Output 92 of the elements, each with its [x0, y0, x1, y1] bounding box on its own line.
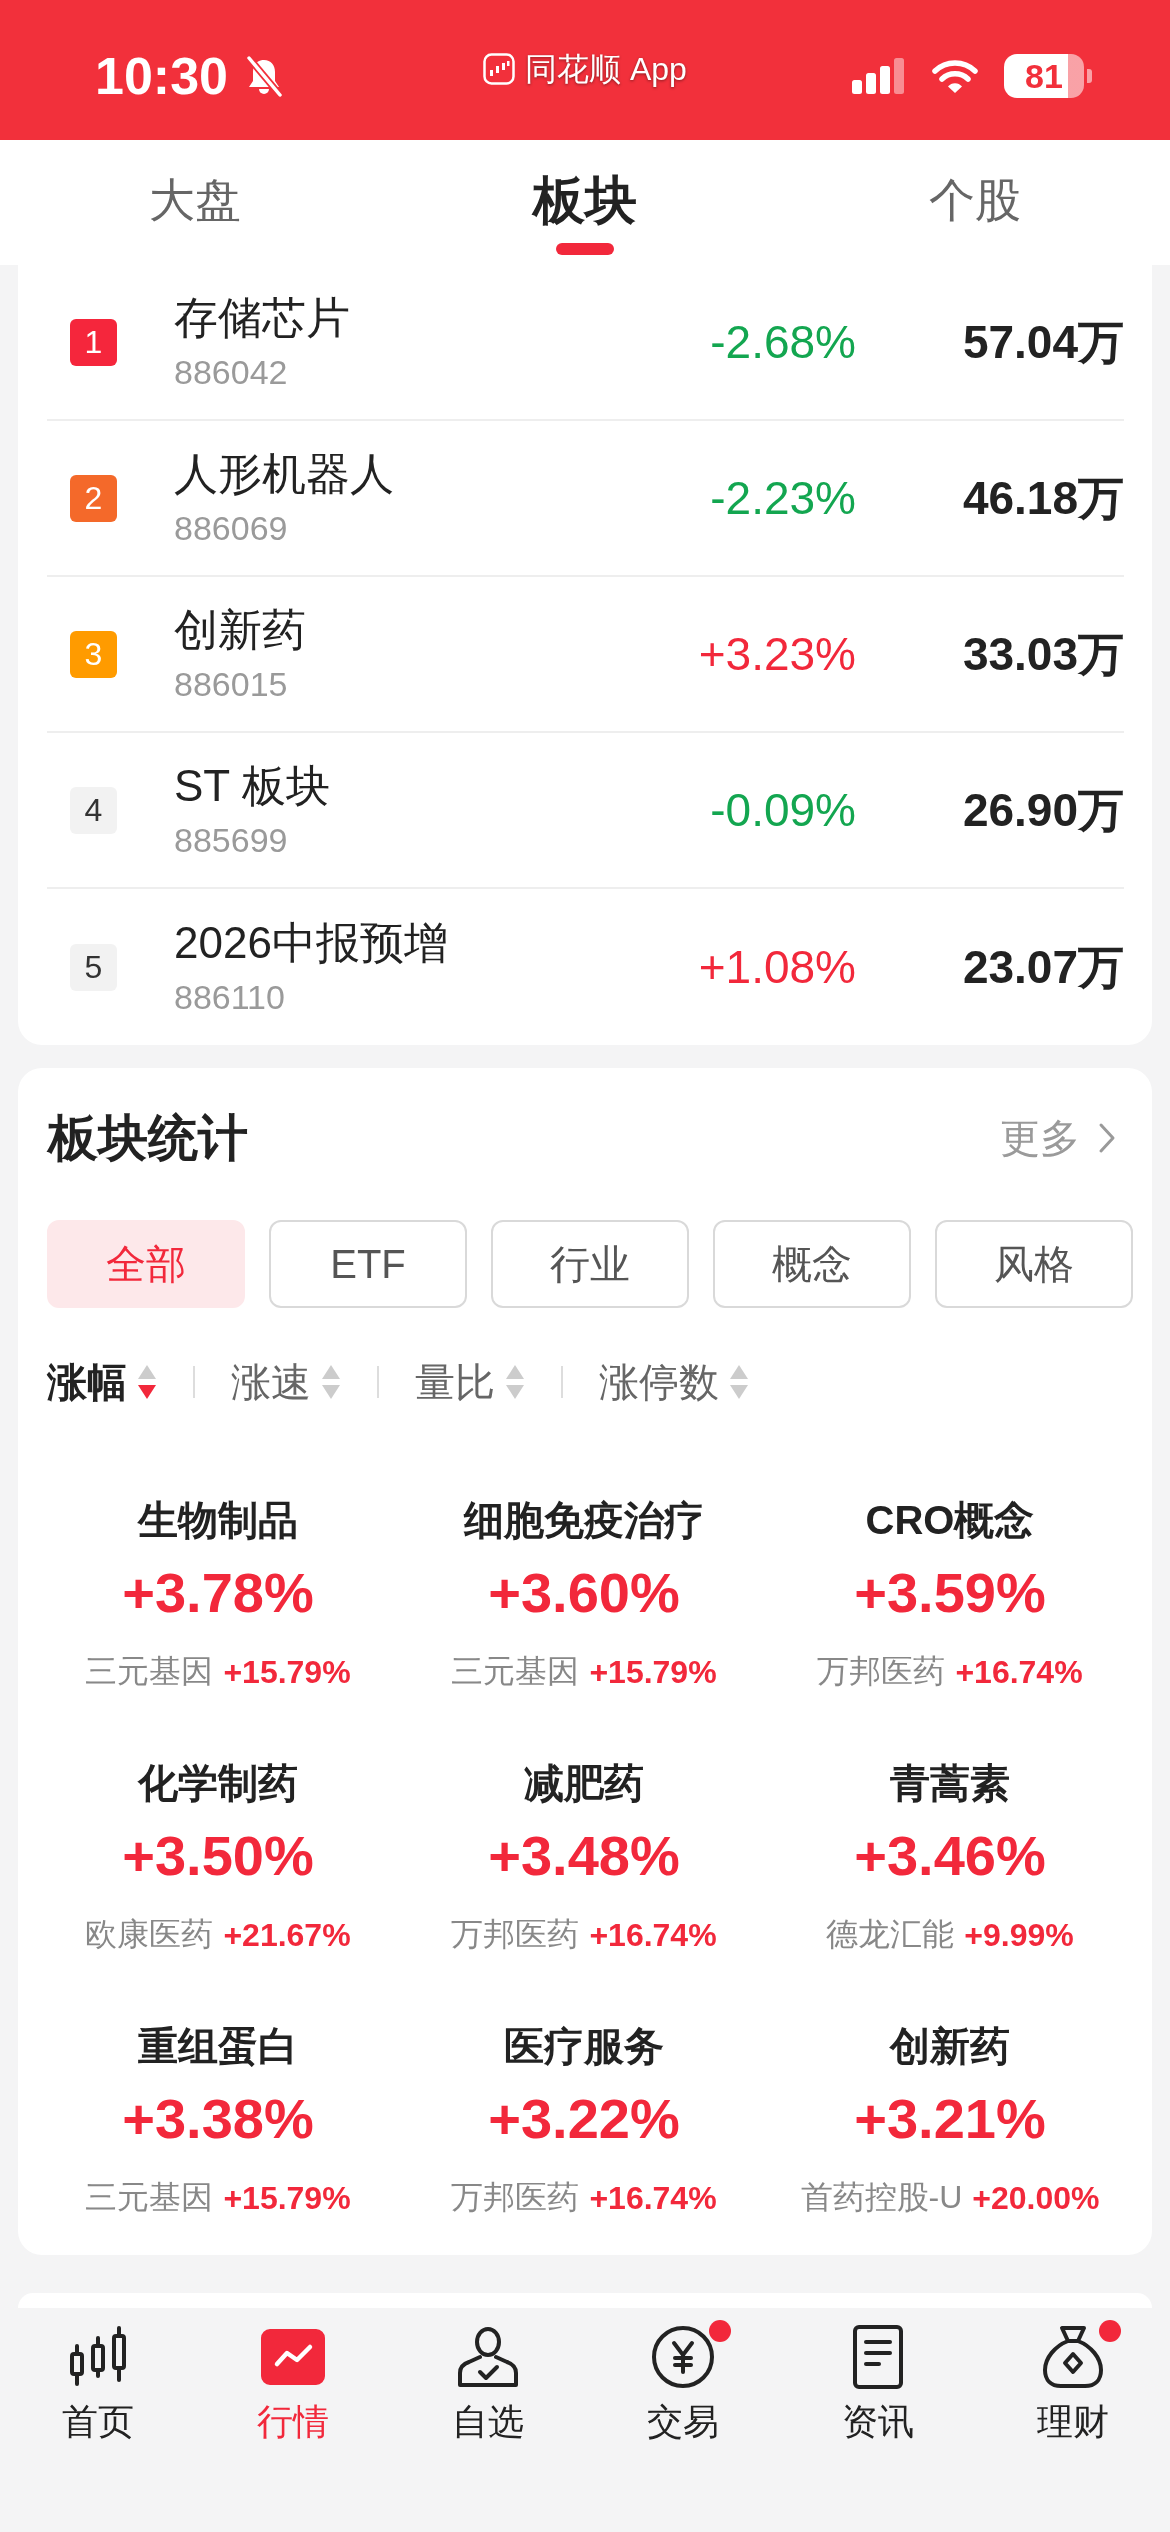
sort-option[interactable]: 涨停数	[599, 1354, 749, 1410]
section-title: 板块统计	[48, 1109, 248, 1168]
nav-tab[interactable]: 交易	[626, 2308, 739, 2444]
sector-name: 青蒿素	[890, 1760, 1010, 1807]
rank-badge: 3	[70, 630, 117, 678]
trade-volume: 23.07万	[962, 940, 1124, 995]
leading-stock: 欧康医药	[85, 1915, 214, 1954]
rank-badge: 4	[70, 786, 117, 834]
sort-arrows-icon	[505, 1363, 525, 1401]
rank-badge: 2	[70, 474, 117, 522]
leading-stock: 三元基因	[85, 2178, 214, 2217]
filter-chip[interactable]: 风格	[935, 1220, 1133, 1308]
leading-stock: 万邦医药	[451, 2178, 580, 2217]
rank-badge: 1	[70, 318, 117, 366]
sector-code: 886069	[174, 507, 288, 549]
sector-code: 886042	[174, 351, 288, 393]
sector-name: 生物制品	[138, 1497, 298, 1544]
app-name: 同花顺 App	[525, 50, 687, 89]
leading-stock: 万邦医药	[451, 1915, 580, 1954]
change-percent: +3.38%	[122, 2087, 314, 2151]
app-logo-icon	[483, 53, 516, 85]
nav-tab[interactable]: 理财	[1016, 2308, 1129, 2444]
nav-tab[interactable]: 首页	[41, 2308, 154, 2444]
trade-volume: 57.04万	[962, 315, 1124, 370]
change-percent: +3.21%	[854, 2087, 1046, 2151]
sort-option[interactable]: 涨幅	[47, 1354, 157, 1410]
sector-name: 2026中报预增	[174, 916, 448, 969]
nav-tab[interactable]: 资讯	[821, 2308, 934, 2444]
sector-name: 减肥药	[524, 1760, 644, 1807]
nav-tab[interactable]: 自选	[431, 2308, 544, 2444]
change-percent: +3.78%	[122, 1561, 314, 1625]
change-percent: -2.68%	[710, 315, 856, 370]
sector-name: 创新药	[174, 603, 306, 656]
trade-volume: 33.03万	[962, 627, 1124, 682]
leading-stock-change: +9.99%	[964, 1916, 1074, 1954]
leading-stock: 德龙汇能	[826, 1915, 955, 1954]
leading-stock: 三元基因	[451, 1652, 580, 1691]
leading-stock: 首药控股-U	[800, 2178, 963, 2217]
sector-name: 化学制药	[138, 1760, 298, 1807]
sector-name: 细胞免疫治疗	[464, 1497, 704, 1544]
change-percent: +3.22%	[488, 2087, 680, 2151]
sector-code: 886015	[174, 663, 288, 705]
sector-name: 存储芯片	[174, 291, 350, 344]
yen-coin-icon	[649, 2324, 716, 2390]
sort-arrows-icon	[729, 1363, 749, 1401]
nav-tab[interactable]: 行情	[236, 2308, 349, 2444]
tab[interactable]: 个股	[925, 140, 1025, 265]
leading-stock-change: +16.74%	[955, 1653, 1083, 1691]
tab[interactable]: 板块	[529, 140, 641, 265]
muted-bell-icon	[244, 55, 284, 97]
sort-arrows-icon	[137, 1363, 157, 1401]
filter-chip[interactable]: 概念	[713, 1220, 911, 1308]
change-percent: +3.46%	[854, 1824, 1046, 1888]
chevron-right-icon	[1098, 1122, 1116, 1154]
sort-option[interactable]: 量比	[415, 1354, 525, 1410]
sector-code: 885699	[174, 819, 288, 861]
change-percent: +3.60%	[488, 1561, 680, 1625]
leading-stock: 万邦医药	[817, 1652, 946, 1691]
battery-indicator: 81	[1004, 54, 1092, 98]
change-percent: +3.48%	[488, 1824, 680, 1888]
rank-badge: 5	[70, 943, 117, 991]
leading-stock-change: +15.79%	[223, 2179, 351, 2217]
sector-name: 重组蛋白	[138, 2023, 298, 2070]
sort-option[interactable]: 涨速	[231, 1354, 341, 1410]
filter-chip[interactable]: 行业	[491, 1220, 689, 1308]
leading-stock-change: +16.74%	[589, 1916, 717, 1954]
sector-code: 886110	[174, 976, 285, 1018]
change-percent: +3.23%	[698, 627, 856, 682]
sector-name: 创新药	[890, 2023, 1010, 2070]
sector-name: ST 板块	[174, 759, 330, 812]
sector-name: 人形机器人	[174, 447, 394, 500]
signal-icon	[852, 58, 906, 94]
leading-stock: 三元基因	[85, 1652, 214, 1691]
change-percent: +1.08%	[698, 940, 856, 995]
change-percent: +3.50%	[122, 1824, 314, 1888]
change-percent: -0.09%	[710, 783, 856, 838]
status-time: 10:30	[95, 46, 228, 106]
sort-arrows-icon	[321, 1363, 341, 1401]
sector-name: 医疗服务	[504, 2023, 664, 2070]
leading-stock-change: +16.74%	[589, 2179, 717, 2217]
filter-chip[interactable]: ETF	[269, 1220, 467, 1308]
change-percent: +3.59%	[854, 1561, 1046, 1625]
sector-name: CRO概念	[865, 1497, 1035, 1544]
leading-stock-change: +20.00%	[972, 2179, 1100, 2217]
leading-stock-change: +15.79%	[589, 1653, 717, 1691]
trade-volume: 26.90万	[962, 783, 1124, 838]
leading-stock-change: +21.67%	[223, 1916, 351, 1954]
trade-volume: 46.18万	[962, 471, 1124, 526]
leading-stock-change: +15.79%	[223, 1653, 351, 1691]
tab[interactable]: 大盘	[145, 140, 245, 265]
wifi-icon	[932, 59, 978, 93]
change-percent: -2.23%	[710, 471, 856, 526]
